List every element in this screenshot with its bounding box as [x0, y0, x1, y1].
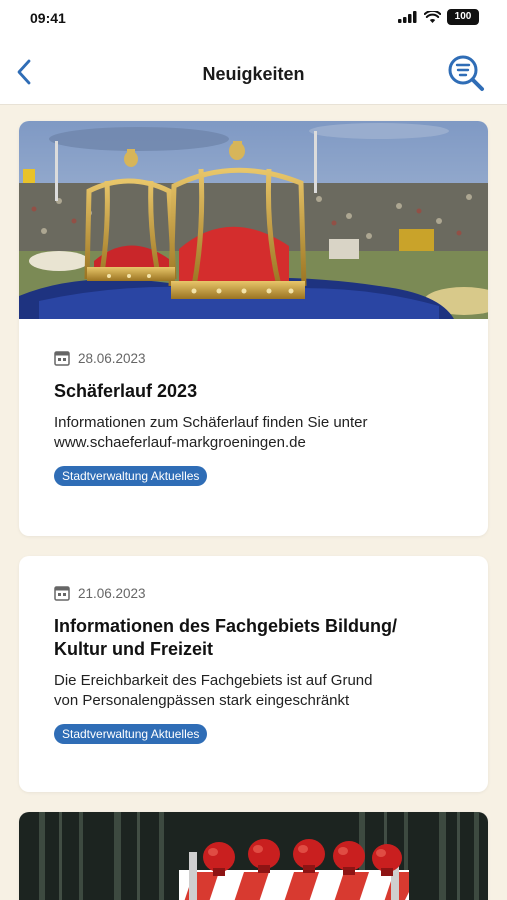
calendar-icon — [54, 586, 70, 601]
article-text: Informationen zum Schäferlauf finden Sie… — [54, 413, 453, 453]
calendar-icon — [54, 351, 70, 366]
article-text-line: www.schaeferlauf-markgroeningen.de — [54, 434, 306, 451]
wifi-icon — [424, 11, 441, 23]
battery-icon: 100 — [447, 9, 479, 25]
status-icons: 100 — [398, 9, 479, 25]
date-row: 28.06.2023 — [54, 351, 453, 366]
article-title-line: Informationen des Fachgebiets Bildung/ — [54, 616, 398, 636]
news-card[interactable] — [19, 812, 488, 900]
navigation-bar: Neuigkeiten — [0, 40, 507, 105]
article-date: 28.06.2023 — [78, 351, 146, 366]
article-image-barrier — [19, 812, 488, 900]
article-text-line: von Personalengpässen stark eingeschränk… — [54, 692, 350, 709]
news-card[interactable]: 21.06.2023 Informationen des Fachgebiets… — [19, 556, 488, 792]
article-image-crowns — [19, 121, 488, 319]
article-date: 21.06.2023 — [78, 586, 146, 601]
article-title: Schäferlauf 2023 — [54, 380, 453, 403]
status-bar: 09:41 100 — [0, 0, 507, 40]
article-title: Informationen des Fachgebiets Bildung/ K… — [54, 615, 453, 661]
article-body: 21.06.2023 Informationen des Fachgebiets… — [19, 586, 488, 744]
article-title-line: Kultur und Freizeit — [54, 639, 213, 659]
filter-search-button[interactable] — [447, 54, 487, 94]
article-title-text: Schäferlauf 2023 — [54, 381, 198, 401]
article-text: Die Ereichbarkeit des Fachgebiets ist au… — [54, 671, 453, 711]
date-row: 21.06.2023 — [54, 586, 453, 601]
page-title: Neuigkeiten — [202, 64, 305, 84]
category-tag[interactable]: Stadtverwaltung Aktuelles — [54, 724, 208, 744]
signal-icon — [398, 11, 417, 23]
news-feed[interactable]: 28.06.2023 Schäferlauf 2023 Informatione… — [0, 105, 507, 900]
filter-search-icon — [448, 55, 484, 91]
news-card[interactable]: 28.06.2023 Schäferlauf 2023 Informatione… — [19, 121, 488, 536]
article-text-line: Die Ereichbarkeit des Fachgebiets ist au… — [54, 672, 373, 689]
article-body: 28.06.2023 Schäferlauf 2023 Informatione… — [19, 351, 488, 486]
status-time: 09:41 — [30, 10, 66, 26]
article-text-line: Informationen zum Schäferlauf finden Sie… — [54, 414, 368, 431]
category-tag[interactable]: Stadtverwaltung Aktuelles — [54, 466, 208, 486]
